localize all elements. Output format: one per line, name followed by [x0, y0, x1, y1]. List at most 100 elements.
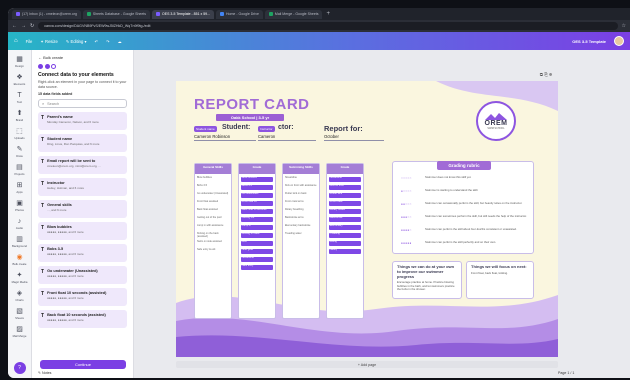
skill-line[interactable]: Treading — [329, 232, 361, 238]
student-label: Student: — [222, 124, 251, 131]
rail-item-audio[interactable]: ♪ Audio — [16, 218, 23, 230]
skill-line[interactable]: Side glide — [241, 248, 273, 254]
undo-icon[interactable]: ↶ — [95, 39, 99, 44]
rail-icon: ✦ — [16, 272, 23, 279]
instructor-underline — [258, 140, 316, 141]
file-menu[interactable]: File — [26, 39, 33, 44]
skill-line[interactable]: Front float 10 — [241, 200, 273, 206]
browser-tab-canva[interactable]: OES 3-5 Template - 851 x 59... — [152, 9, 215, 19]
text-field-icon: T — [41, 312, 45, 319]
rail-icon: ▨ — [16, 326, 23, 333]
data-field-item[interactable]: T Go underwater (Unassisted) ●●●●●, ●●●●●,… — [38, 266, 127, 285]
browser-tab-drive[interactable]: Home - Google Drive — [216, 9, 263, 19]
skill-line[interactable]: Rotary breath — [329, 208, 361, 214]
browser-tab-sheets[interactable]: Sheets Database - Google Sheets — [82, 9, 151, 19]
skill-line[interactable]: Kick — [241, 240, 273, 246]
reload-icon[interactable]: ↻ — [30, 23, 34, 29]
page-tools[interactable]: ⧉ ⎘ ⊕ — [540, 72, 552, 77]
editing-mode-dropdown[interactable]: ✎ Editing ▾ — [66, 39, 87, 44]
skill-line[interactable]: Flutter kick — [329, 192, 361, 198]
skill-line[interactable]: Jump in — [241, 224, 273, 230]
home-icon[interactable]: ⌂ — [14, 38, 18, 44]
tool-rail: ▦ Design ❖ Elements T Text ⬆ Brand ⬚ Uploads ✎ Draw… — [8, 50, 32, 378]
skill-line[interactable]: Go underwater — [241, 192, 273, 198]
data-field-item[interactable]: T General skills..., and 6 more — [38, 200, 127, 219]
rail-item-magic-media[interactable]: ✦ Magic Media — [12, 272, 28, 284]
data-field-item[interactable]: T Instructor Heiley, Holman, and 6 more — [38, 178, 127, 197]
skill-line[interactable]: Blow bubbles — [241, 176, 273, 182]
continue-button[interactable]: Continue — [40, 360, 126, 369]
skill-line: Kicking on the back (assisted) — [197, 232, 219, 238]
student-name-chip[interactable]: Student name — [194, 126, 217, 132]
rail-label: Background — [12, 244, 27, 248]
data-field-item[interactable]: T Bobs 3-5 ●●●●●, ●●●●●, and 6 more — [38, 244, 127, 263]
data-field-name: Back float 10 seconds (assisted) — [47, 312, 106, 317]
skill-line[interactable]: Kicking on back — [241, 232, 273, 238]
panel-description: Right-click an element in your page to c… — [38, 80, 127, 89]
skill-line[interactable]: Front crawl — [329, 200, 361, 206]
rail-label: Draw — [16, 154, 23, 158]
resize-button[interactable]: ✦ Resize — [40, 39, 57, 44]
rail-item-elements[interactable]: ❖ Elements — [14, 74, 26, 86]
data-field-item[interactable]: T Student name Ding, Linus, Ron Pacquiao, … — [38, 134, 127, 153]
rubric-title: Grading rubric — [437, 161, 491, 170]
add-page-button[interactable]: + Add page — [176, 361, 558, 368]
skill-line[interactable]: Kick on front — [329, 184, 361, 190]
skill-line[interactable]: Diving — [329, 240, 361, 246]
rail-icon: ▧ — [16, 308, 23, 315]
skill-line[interactable]: Bobs 3-5 — [241, 184, 273, 190]
rail-item-bulk-create[interactable]: ◉ Bulk create — [13, 254, 27, 266]
rail-item-design[interactable]: ▦ Design — [15, 56, 24, 68]
rail-item-projects[interactable]: ▤ Projects — [14, 164, 24, 176]
rail-item-sheets[interactable]: ▧ Sheets — [15, 308, 24, 320]
data-field-name: Go underwater (Unassisted) — [47, 268, 98, 273]
skill-line[interactable]: Back float 10 seconds — [241, 208, 273, 214]
avatar[interactable] — [614, 36, 624, 46]
new-tab-button[interactable]: + — [326, 11, 330, 17]
back-arrow-icon[interactable]: ← — [12, 23, 17, 29]
star-icon[interactable]: ☆ — [622, 23, 626, 29]
skill-line[interactable]: Safe entry — [241, 264, 273, 270]
data-field-item[interactable]: T Blow bubbles ●●●●●, ●●●●●, and 6 more — [38, 222, 127, 241]
data-field-item[interactable]: T Email report will be sent to cmeleon@ore… — [38, 156, 127, 175]
rail-item-mail-merge[interactable]: ▨ Mail Merge — [13, 326, 27, 338]
skill-line[interactable]: Streamline — [241, 256, 273, 262]
instructor-chip[interactable]: Instructor — [258, 126, 275, 132]
report-card-title: REPORT CARD — [194, 96, 310, 113]
skill-line[interactable]: Backstroke — [329, 216, 361, 222]
skill-line[interactable]: Safety — [329, 248, 361, 254]
report-card-page[interactable]: REPORT CARD Oakk School | 3-5 yr Student… — [176, 81, 558, 357]
rail-item-brand[interactable]: ⬆ Brand — [16, 110, 23, 122]
page-indicator[interactable]: Page 1 / 1 — [558, 371, 574, 375]
address-bar[interactable]: canva.com/design/DAGVNB9FvS/EW9wJ5lZHkD_… — [38, 22, 618, 30]
browser-tabbar: (17) Inbox (1) - cmeleon@orem.org Sheets… — [8, 8, 630, 20]
skill-line[interactable]: Elementary — [329, 224, 361, 230]
data-field-item[interactable]: T Back float 10 seconds (assisted) ●●●●●, … — [38, 310, 127, 329]
skill-line[interactable]: Streamline — [329, 176, 361, 182]
rail-item-photos[interactable]: ▣ Photos — [15, 200, 24, 212]
data-field-preview: cmeleon@orem.org, mimi@orem.org, ... — [47, 164, 101, 169]
browser-tab-mailmerge[interactable]: Mail Merge - Google Sheets — [264, 9, 323, 19]
back-to-bulk-create-button[interactable]: ← Bulk create — [38, 55, 127, 60]
skill-line[interactable]: Getting out — [241, 216, 273, 222]
rail-item-uploads[interactable]: ⬚ Uploads — [14, 128, 24, 140]
help-icon[interactable]: ? — [13, 362, 26, 374]
rail-item-draw[interactable]: ✎ Draw — [16, 146, 23, 158]
skill-line: Getting out of the pool — [197, 216, 222, 219]
browser-tab-inbox[interactable]: (17) Inbox (1) - cmeleon@orem.org — [12, 9, 81, 19]
rail-item-text[interactable]: T Text — [17, 92, 22, 104]
rubric-text: Swimmer does not know this skill yet. — [425, 175, 472, 179]
forward-arrow-icon[interactable]: → — [21, 23, 26, 29]
search-input[interactable]: ⌕ Search — [38, 99, 127, 109]
rail-item-apps[interactable]: ⊞ Apps — [16, 182, 22, 194]
rubric-text: Swimmer is starting to understand the sk… — [425, 188, 479, 192]
rail-label: Projects — [14, 172, 25, 176]
document-title[interactable]: OES 3-5 Template — [572, 39, 606, 44]
data-field-item[interactable]: T Front float 10 seconds (assisted) ●●●●●,… — [38, 288, 127, 307]
notes-button[interactable]: ✎ Notes — [38, 371, 51, 375]
rail-item-charts[interactable]: ◈ Charts — [15, 290, 23, 302]
data-field-item[interactable]: T Parent's name Monday Cameron, Nelson, an… — [38, 112, 127, 131]
rail-label: Mail Merge — [12, 334, 27, 338]
redo-icon[interactable]: ↷ — [106, 39, 110, 44]
rail-item-background[interactable]: ▥ Background — [12, 236, 27, 248]
